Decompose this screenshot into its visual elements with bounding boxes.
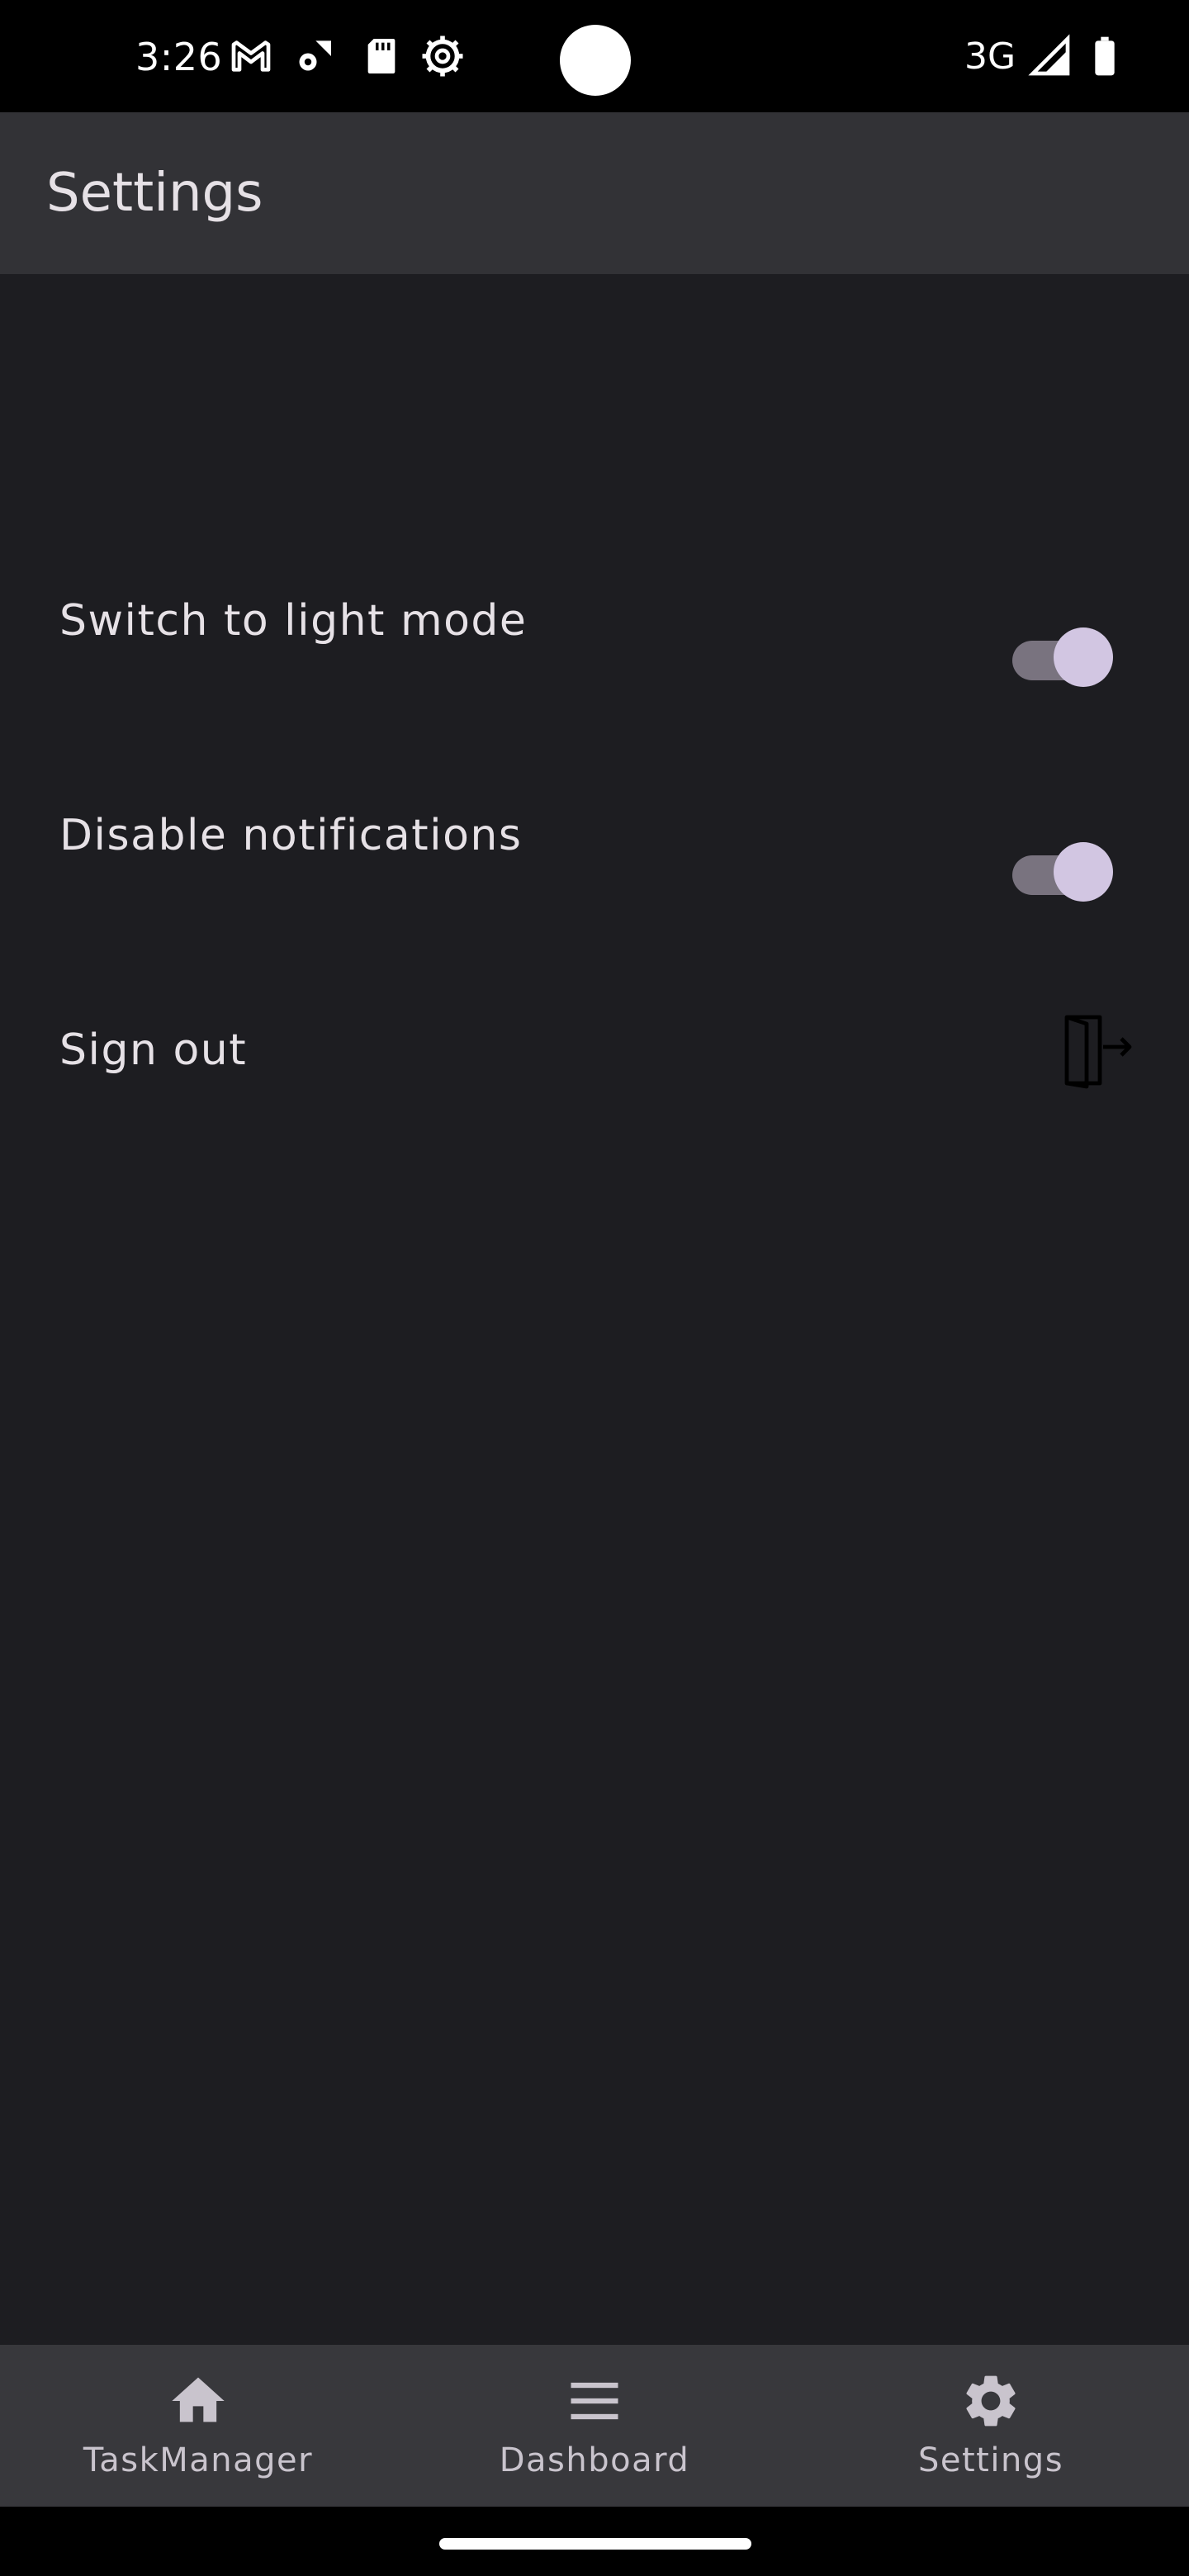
gear-sync-icon [291,33,337,79]
nav-item-settings[interactable]: Settings [793,2345,1189,2507]
battery-icon [1082,33,1128,79]
home-gesture-handle[interactable] [439,2538,751,2550]
front-camera [560,25,631,96]
network-type: 3G [964,36,1016,78]
gesture-area [0,2507,1189,2576]
nav-label: TaskManager [83,2441,314,2479]
nav-item-dashboard[interactable]: Dashboard [396,2345,793,2507]
notifications-label: Disable notifications [59,811,523,860]
notifications-row[interactable]: Disable notifications [0,806,1189,971]
settings-content: Switch to light mode Disable notificatio… [0,274,1189,2345]
sign-out-icon[interactable] [1057,1011,1136,1090]
signal-icon [1027,33,1073,79]
nav-label: Dashboard [499,2441,690,2479]
switch-thumb [1054,842,1113,902]
bottom-navigation: TaskManager Dashboard Settings [0,2345,1189,2507]
top-app-bar: Settings [0,112,1189,274]
settings-badge-icon [419,33,466,79]
sd-card-icon [358,33,405,79]
nav-label: Settings [917,2441,1064,2479]
light-mode-switch[interactable] [1012,623,1115,689]
light-mode-label: Switch to light mode [59,596,528,646]
menu-icon [563,2370,626,2432]
nav-item-taskmanager[interactable]: TaskManager [0,2345,396,2507]
home-icon [167,2370,230,2432]
gear-icon [959,2370,1022,2432]
page-title: Settings [46,163,263,224]
phone-screen: 3:26 3G Settings Switch to light mode Di… [0,0,1189,2576]
status-bar: 3:26 3G [0,0,1189,112]
sign-out-label: Sign out [59,1025,248,1075]
light-mode-row[interactable]: Switch to light mode [0,591,1189,756]
sign-out-row[interactable]: Sign out [0,1020,1189,1186]
gmail-icon [228,33,274,79]
switch-thumb [1054,627,1113,687]
notifications-switch[interactable] [1012,837,1115,903]
status-time: 3:26 [135,35,223,79]
